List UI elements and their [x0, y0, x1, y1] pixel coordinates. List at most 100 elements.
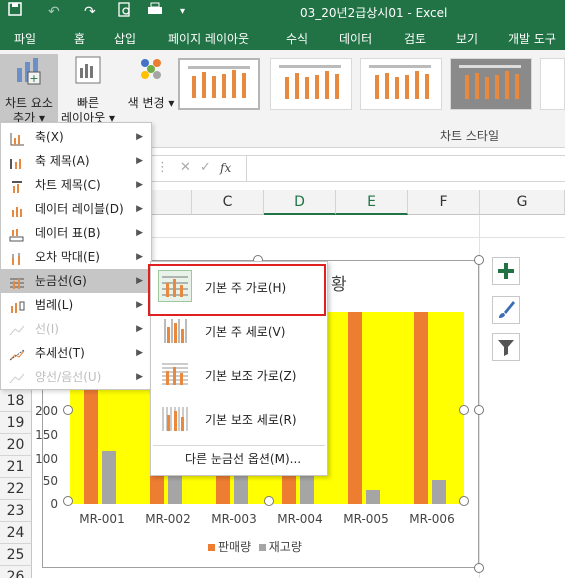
- y-tick-label: 100: [35, 452, 58, 466]
- chart-style-2[interactable]: [270, 58, 352, 110]
- column-header-f[interactable]: F: [408, 190, 480, 215]
- menu-item-axes[interactable]: 축(X) ▶: [1, 125, 151, 149]
- resize-handle[interactable]: [459, 405, 469, 415]
- bar-sales[interactable]: [414, 312, 428, 504]
- chart-styles-button[interactable]: [492, 296, 520, 324]
- formula-input[interactable]: [246, 156, 565, 181]
- formula-bar-options-icon[interactable]: ⋮: [156, 160, 169, 175]
- print-preview-icon[interactable]: [118, 2, 132, 24]
- column-header-g[interactable]: G: [480, 190, 565, 215]
- menu-item-gridlines[interactable]: 눈금선(G) ▶: [1, 269, 151, 293]
- resize-handle[interactable]: [459, 496, 469, 506]
- svg-text:+: +: [29, 72, 38, 85]
- tab-developer[interactable]: 개발 도구: [508, 30, 556, 47]
- menu-item-legend[interactable]: 범례(L) ▶: [1, 293, 151, 317]
- x-tick-label: MR-003: [211, 512, 257, 526]
- row-header-25[interactable]: 25: [0, 544, 32, 566]
- submenu-item-primary-minor-vertical[interactable]: 기본 보조 세로(R): [151, 396, 327, 440]
- resize-handle[interactable]: [63, 405, 73, 415]
- tab-insert[interactable]: 삽입: [114, 30, 136, 47]
- resize-handle[interactable]: [474, 255, 484, 265]
- legend-label-stock: 재고량: [268, 540, 302, 554]
- column-header-d[interactable]: D: [264, 190, 336, 215]
- resize-handle[interactable]: [474, 563, 484, 573]
- save-icon[interactable]: [8, 2, 22, 22]
- row-header-22[interactable]: 22: [0, 478, 32, 500]
- row-header-26[interactable]: 26: [0, 566, 32, 578]
- resize-handle[interactable]: [264, 496, 274, 506]
- more-gridline-options[interactable]: 다른 눈금선 옵션(M)...: [185, 450, 301, 467]
- color-palette-icon: [126, 54, 176, 92]
- menu-item-data-table[interactable]: 데이터 표(B) ▶: [1, 221, 151, 245]
- legend-label-sales: 판매량: [218, 540, 252, 554]
- chart-elements-button[interactable]: [492, 257, 520, 285]
- menu-item-chart-title[interactable]: 차트 제목(C) ▶: [1, 173, 151, 197]
- row-header-23[interactable]: 23: [0, 500, 32, 522]
- cancel-icon[interactable]: ✕: [180, 160, 191, 175]
- add-chart-element-button[interactable]: + 차트 요소 추가 ▾: [0, 54, 58, 125]
- bar-stock[interactable]: [432, 480, 446, 504]
- bar-stock[interactable]: [102, 451, 116, 504]
- menu-item-lines: 선(I) ▶: [1, 317, 151, 341]
- tab-home[interactable]: 홈: [74, 30, 85, 47]
- change-colors-button[interactable]: 색 변경 ▾: [126, 54, 176, 124]
- window-title: 03_20년2급상시01 - Excel: [300, 6, 448, 20]
- gridline: [479, 215, 480, 578]
- quick-print-icon[interactable]: [146, 2, 164, 24]
- menu-item-data-labels[interactable]: 데이터 레이블(D) ▶: [1, 197, 151, 221]
- resize-handle[interactable]: [474, 405, 484, 415]
- tab-data[interactable]: 데이터: [339, 30, 372, 47]
- row-header-24[interactable]: 24: [0, 522, 32, 544]
- y-tick-label: 200: [35, 404, 58, 418]
- chart-style-1[interactable]: [178, 58, 260, 110]
- column-header-c[interactable]: C: [192, 190, 264, 215]
- row-header-20[interactable]: 20: [0, 434, 32, 456]
- menu-item-up-down-bars: 양선/음선(U) ▶: [1, 365, 151, 389]
- y-tick-label: 150: [35, 428, 58, 442]
- menu-item-trendline[interactable]: 추세선(T) ▶: [1, 341, 151, 365]
- minor-horizontal-gridlines-icon: [158, 358, 192, 390]
- quick-layout-button[interactable]: 빠른 레이아웃 ▾: [60, 54, 116, 125]
- legend-swatch-sales: [208, 544, 215, 551]
- row-header-19[interactable]: 19: [0, 412, 32, 434]
- row-header-21[interactable]: 21: [0, 456, 32, 478]
- data-table-icon: [9, 226, 25, 242]
- tab-page-layout[interactable]: 페이지 레이아웃: [168, 30, 249, 47]
- tab-view[interactable]: 보기: [456, 30, 478, 47]
- column-header-b[interactable]: [152, 190, 192, 215]
- chart-title[interactable]: 황: [331, 270, 347, 295]
- x-tick-label: MR-002: [145, 512, 191, 526]
- menu-item-axis-titles[interactable]: 축 제목(A) ▶: [1, 149, 151, 173]
- title-bar: ↶ ↷ ▾ 03_20년2급상시01 - Excel: [0, 0, 565, 24]
- tab-formulas[interactable]: 수식: [286, 30, 308, 47]
- bar-stock[interactable]: [366, 489, 380, 504]
- formula-bar: ⋮ ✕ ✓ fx: [152, 155, 565, 182]
- minor-vertical-gridlines-icon: [158, 402, 192, 434]
- trendline-icon: [9, 346, 25, 361]
- tab-file[interactable]: 파일: [14, 30, 36, 47]
- chart-style-5[interactable]: [540, 58, 565, 110]
- column-header-e[interactable]: E: [336, 190, 408, 215]
- menu-item-error-bars[interactable]: 오차 막대(E) ▶: [1, 245, 151, 269]
- submenu-item-primary-minor-horizontal[interactable]: 기본 보조 가로(Z): [151, 352, 327, 396]
- x-tick-label: MR-006: [409, 512, 455, 526]
- chart-legend[interactable]: 판매량 재고량: [208, 538, 302, 555]
- customize-qat-icon[interactable]: ▾: [180, 2, 185, 22]
- legend-swatch-stock: [258, 544, 266, 551]
- chart-filters-button[interactable]: [492, 333, 520, 361]
- row-header-18[interactable]: 18: [0, 390, 32, 412]
- enter-icon[interactable]: ✓: [200, 160, 211, 175]
- redo-icon[interactable]: ↷: [84, 2, 96, 22]
- quick-layout-icon: [60, 54, 116, 92]
- bar-sales[interactable]: [348, 312, 362, 504]
- gridlines-icon: [9, 274, 25, 289]
- chart-style-4[interactable]: [450, 58, 532, 110]
- chart-style-3[interactable]: [360, 58, 442, 110]
- tab-review[interactable]: 검토: [404, 30, 426, 47]
- insert-function-icon[interactable]: fx: [220, 161, 231, 175]
- undo-icon[interactable]: ↶: [48, 2, 60, 22]
- resize-handle[interactable]: [63, 496, 73, 506]
- add-chart-element-icon: +: [0, 54, 58, 92]
- y-tick-label: 0: [50, 497, 58, 511]
- axes-icon: [9, 130, 25, 146]
